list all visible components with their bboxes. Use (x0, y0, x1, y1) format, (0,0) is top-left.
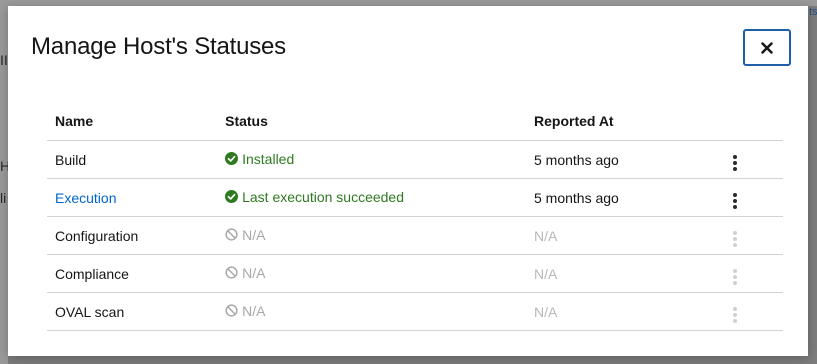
status-text: Installed (242, 150, 295, 167)
row-status: N/A (217, 254, 526, 293)
row-status: N/A (217, 292, 526, 331)
background-text-1: II (0, 52, 8, 68)
row-name: Build (47, 140, 218, 179)
manage-statuses-modal: Manage Host's Statuses Name Status Repor… (8, 6, 808, 356)
row-name: Compliance (47, 254, 218, 293)
kebab-menu-icon[interactable] (729, 153, 741, 173)
row-actions (698, 140, 783, 179)
row-reported-at: 5 months ago (526, 178, 699, 217)
kebab-menu-icon[interactable] (729, 267, 741, 287)
modal-title: Manage Host's Statuses (31, 33, 286, 60)
table-row-build: Build Installed 5 months ago (47, 140, 783, 179)
column-header-status: Status (217, 102, 526, 141)
row-reported-at: N/A (526, 254, 699, 293)
kebab-menu-icon[interactable] (729, 229, 741, 249)
ban-icon (225, 228, 238, 241)
row-actions (698, 216, 783, 255)
check-circle-icon (225, 190, 239, 204)
row-actions (698, 178, 783, 217)
statuses-table: Name Status Reported At Build Installed (47, 102, 783, 331)
kebab-menu-icon[interactable] (729, 305, 741, 325)
table-row-configuration: Configuration N/A N/A (47, 216, 783, 255)
ban-icon (225, 304, 238, 317)
column-header-actions (698, 102, 783, 141)
row-status: Last execution succeeded (217, 178, 526, 217)
kebab-menu-icon[interactable] (729, 191, 741, 211)
table-row-oval-scan: OVAL scan N/A N/A (47, 292, 783, 331)
status-text: N/A (242, 302, 266, 319)
background-text-2: H (0, 158, 8, 174)
close-icon (761, 41, 773, 54)
row-reported-at: 5 months ago (526, 140, 699, 179)
row-status: Installed (217, 140, 526, 179)
status-text: Last execution succeeded (242, 188, 404, 205)
status-text: N/A (242, 226, 266, 243)
execution-link[interactable]: Execution (55, 190, 116, 206)
row-reported-at: N/A (526, 292, 699, 331)
close-button[interactable] (743, 29, 791, 66)
check-circle-icon (225, 152, 239, 166)
row-status: N/A (217, 216, 526, 255)
row-actions (698, 292, 783, 331)
row-name: OVAL scan (47, 292, 218, 331)
table-row-execution: Execution Last execution succeeded 5 mon… (47, 178, 783, 217)
background-link: ts (809, 6, 817, 18)
row-name: Configuration (47, 216, 218, 255)
row-actions (698, 254, 783, 293)
table-row-compliance: Compliance N/A N/A (47, 254, 783, 293)
table-header-row: Name Status Reported At (47, 102, 783, 141)
column-header-reported-at: Reported At (526, 102, 699, 141)
background-text-3: li (0, 190, 7, 206)
column-header-name: Name (47, 102, 218, 141)
ban-icon (225, 266, 238, 279)
row-name: Execution (47, 178, 218, 217)
status-text: N/A (242, 264, 266, 281)
row-reported-at: N/A (526, 216, 699, 255)
